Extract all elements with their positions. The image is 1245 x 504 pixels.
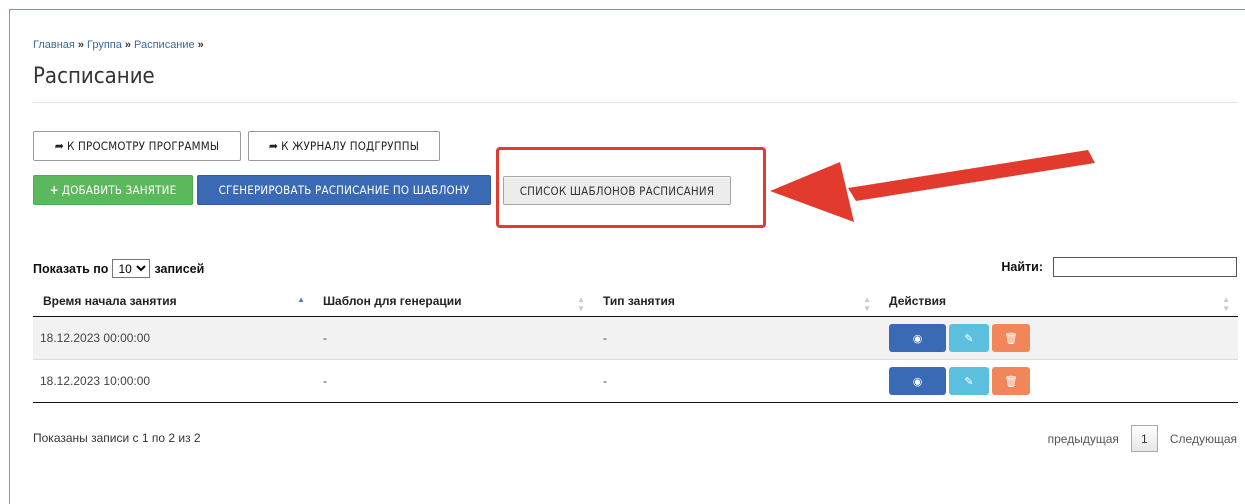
show-prefix-label: Показать по [33, 261, 109, 276]
view-button[interactable]: ◉ [889, 324, 946, 352]
edit-button[interactable]: ✎ [949, 324, 989, 352]
cell-start-time: 18.12.2023 00:00:00 [33, 316, 313, 360]
view-button[interactable]: ◉ [889, 367, 946, 395]
show-suffix-label: записей [154, 261, 205, 276]
trash-icon: 🗑 [1004, 375, 1018, 388]
column-header-type[interactable]: Тип занятия ▲ ▼ [593, 285, 879, 317]
pagination-page-1[interactable]: 1 [1130, 425, 1158, 452]
pagination-previous[interactable]: предыдущая [1048, 432, 1119, 446]
search-input[interactable] [1053, 257, 1237, 277]
cell-type: - [593, 359, 879, 403]
column-label: Шаблон для генерации [323, 293, 462, 308]
schedule-table: Время начала занятия ▲ Шаблон для генера… [33, 285, 1238, 403]
cell-type: - [593, 316, 879, 360]
sort-both-icon: ▲ ▼ [863, 295, 871, 313]
cell-actions: ◉ ✎ 🗑 [879, 316, 1238, 360]
page-length-select[interactable]: 10 [112, 259, 151, 278]
eye-icon: ◉ [912, 375, 923, 388]
cell-template: - [313, 316, 593, 360]
pagination: предыдущая 1 Следующая [1048, 425, 1237, 452]
trash-icon: 🗑 [1004, 332, 1018, 345]
column-label: Действия [889, 293, 947, 308]
column-label: Время начала занятия [43, 293, 177, 308]
table-row: 18.12.2023 00:00:00 - - ◉ ✎ 🗑 [33, 316, 1238, 360]
search-control: Найти: [1001, 257, 1237, 277]
table-header-row: Время начала занятия ▲ Шаблон для генера… [33, 285, 1238, 317]
column-header-actions[interactable]: Действия ▲ ▼ [879, 285, 1238, 317]
sort-ascending-icon: ▲ [297, 295, 305, 304]
search-label: Найти: [1001, 260, 1043, 274]
delete-button[interactable]: 🗑 [992, 324, 1030, 352]
sort-both-icon: ▲ ▼ [577, 295, 585, 313]
edit-button[interactable]: ✎ [949, 367, 989, 395]
eye-icon: ◉ [912, 332, 923, 345]
table-row: 18.12.2023 10:00:00 - - ◉ ✎ 🗑 [33, 359, 1238, 403]
column-label: Тип занятия [603, 293, 675, 308]
cell-template: - [313, 359, 593, 403]
delete-button[interactable]: 🗑 [992, 367, 1030, 395]
column-header-template[interactable]: Шаблон для генерации ▲ ▼ [313, 285, 593, 317]
cell-actions: ◉ ✎ 🗑 [879, 359, 1238, 403]
sort-both-icon: ▲ ▼ [1222, 295, 1230, 313]
column-header-start-time[interactable]: Время начала занятия ▲ [33, 285, 313, 317]
page-length-control: Показать по 10 записей [33, 259, 204, 278]
pagination-next[interactable]: Следующая [1170, 432, 1237, 446]
pencil-icon: ✎ [964, 375, 974, 388]
table-info: Показаны записи с 1 по 2 из 2 [33, 431, 201, 445]
pencil-icon: ✎ [964, 332, 974, 345]
cell-start-time: 18.12.2023 10:00:00 [33, 359, 313, 403]
